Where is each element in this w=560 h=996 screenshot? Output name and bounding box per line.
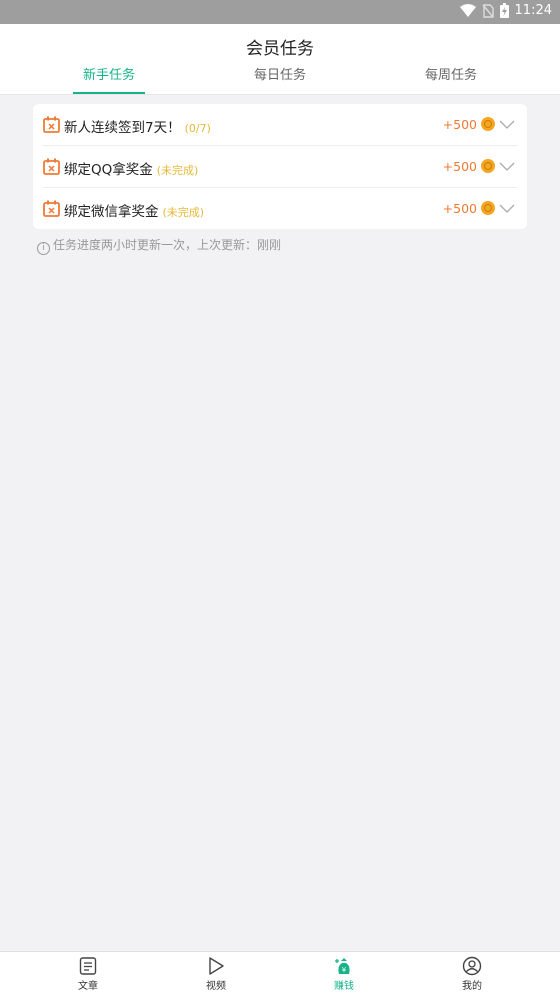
battery-charging-icon xyxy=(499,3,509,18)
nav-item-video[interactable]: 视频 xyxy=(146,956,286,992)
tab-label: 新手任务 xyxy=(82,68,135,83)
task-calendar-icon xyxy=(43,200,60,217)
article-icon xyxy=(79,957,97,975)
status-time: 11:24 xyxy=(514,3,552,18)
nav-label: 我的 xyxy=(462,981,482,992)
task-row[interactable]: 绑定微信拿奖金 (未完成) +500 xyxy=(43,188,517,229)
reward-amount: +500 xyxy=(442,201,477,216)
task-name-text: 绑定QQ拿奖金 xyxy=(64,162,153,178)
tab-weekly-tasks[interactable]: 每周任务 xyxy=(415,64,487,94)
status-bar: 11:24 xyxy=(0,0,560,24)
reward-amount: +500 xyxy=(442,117,477,132)
task-calendar-icon xyxy=(43,116,60,133)
task-status: (0/7) xyxy=(184,122,211,135)
update-note-text: 任务进度两小时更新一次，上次更新：刚刚 xyxy=(53,238,282,252)
no-sim-icon xyxy=(481,3,494,18)
chevron-down-icon[interactable] xyxy=(499,159,515,173)
reward-amount: +500 xyxy=(442,159,477,174)
update-note: i 任务进度两小时更新一次，上次更新：刚刚 xyxy=(37,236,281,255)
user-icon xyxy=(462,956,482,976)
task-title: 新人连续签到7天！ (0/7) xyxy=(64,116,211,136)
money-bag-icon: ¥ xyxy=(335,958,350,974)
nav-item-article[interactable]: 文章 xyxy=(18,956,158,992)
info-icon: i xyxy=(37,242,50,255)
task-status: (未完成) xyxy=(162,206,205,219)
tab-label: 每日任务 xyxy=(253,68,306,83)
task-row[interactable]: 新人连续签到7天！ (0/7) +500 xyxy=(43,104,517,146)
active-tab-indicator xyxy=(73,92,145,94)
chevron-down-icon[interactable] xyxy=(499,201,515,215)
header: 会员任务 新手任务 每日任务 每周任务 xyxy=(0,24,560,95)
task-calendar-icon xyxy=(43,158,60,175)
coin-icon xyxy=(481,159,495,173)
nav-item-earn[interactable]: ¥ 赚钱 xyxy=(274,956,414,992)
task-list-card: 新人连续签到7天！ (0/7) +500 绑定QQ拿奖金 (未完成) +500 绑定… xyxy=(33,104,527,229)
coin-icon xyxy=(481,117,495,131)
coin-icon xyxy=(481,201,495,215)
tab-daily-tasks[interactable]: 每日任务 xyxy=(244,64,316,94)
chevron-down-icon[interactable] xyxy=(499,117,515,131)
tab-newbie-tasks[interactable]: 新手任务 xyxy=(73,64,145,94)
tab-label: 每周任务 xyxy=(424,68,477,83)
nav-label: 视频 xyxy=(206,981,226,992)
nav-item-mine[interactable]: 我的 xyxy=(402,956,542,992)
nav-label: 文章 xyxy=(78,981,98,992)
task-title: 绑定微信拿奖金 (未完成) xyxy=(64,200,204,220)
svg-text:¥: ¥ xyxy=(342,966,347,974)
tab-bar: 新手任务 每日任务 每周任务 xyxy=(0,64,560,94)
nav-label: 赚钱 xyxy=(334,981,354,992)
task-name-text: 新人连续签到7天！ xyxy=(64,120,181,136)
task-row[interactable]: 绑定QQ拿奖金 (未完成) +500 xyxy=(43,146,517,188)
bottom-nav: 文章 视频 ¥ 赚钱 我的 xyxy=(0,951,560,996)
page-title: 会员任务 xyxy=(246,39,314,59)
task-name-text: 绑定微信拿奖金 xyxy=(64,204,159,220)
task-status: (未完成) xyxy=(156,164,199,177)
play-icon xyxy=(209,957,224,975)
task-title: 绑定QQ拿奖金 (未完成) xyxy=(64,158,198,178)
wifi-icon xyxy=(459,3,476,17)
